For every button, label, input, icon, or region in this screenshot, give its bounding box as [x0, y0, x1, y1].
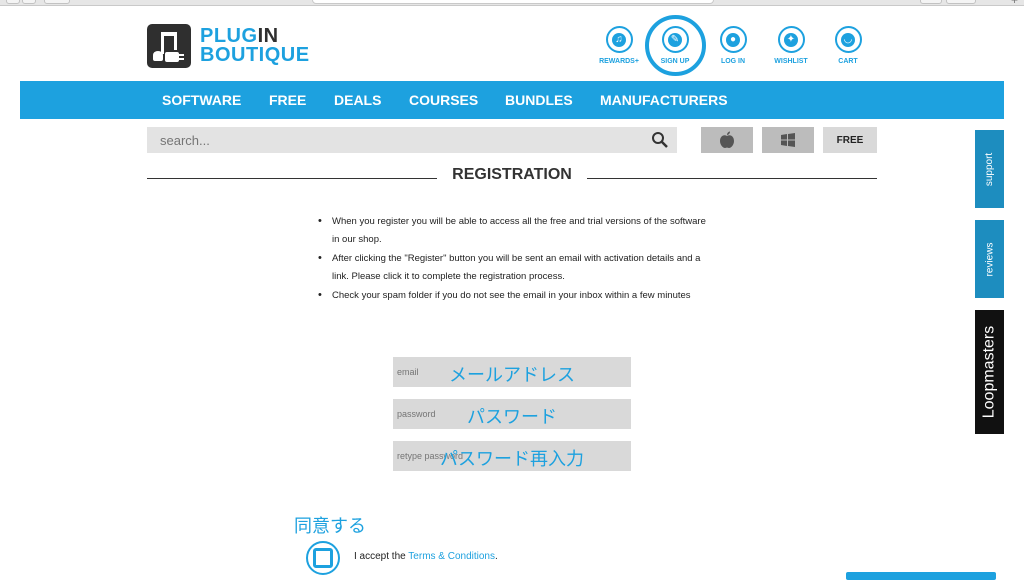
- email-annotation: メールアドレス: [449, 365, 575, 386]
- address-bar[interactable]: [312, 0, 714, 4]
- terms-checkbox-highlight: [306, 541, 340, 575]
- list-item: Check your spam folder if you do not see…: [316, 287, 706, 305]
- reviews-tab-label: reviews: [984, 242, 995, 276]
- mac-filter-button[interactable]: [701, 127, 753, 153]
- new-tab-icon[interactable]: +: [1011, 0, 1018, 6]
- rewards-label: REWARDS+: [599, 58, 639, 65]
- wand-icon: ✦: [784, 32, 798, 47]
- login-link[interactable]: ● LOG IN: [703, 26, 763, 65]
- title-divider-right: [587, 178, 877, 179]
- list-item: After clicking the "Register" button you…: [316, 250, 706, 285]
- terms-text: I accept the Terms & Conditions.: [354, 551, 498, 562]
- cart-link[interactable]: ◡ CART: [818, 26, 878, 65]
- wishlist-label: WISHLIST: [774, 58, 808, 65]
- pencil-icon: ✎: [668, 32, 682, 47]
- nav-software[interactable]: SOFTWARE: [162, 92, 241, 108]
- windows-filter-button[interactable]: [762, 127, 814, 153]
- login-label: LOG IN: [720, 58, 746, 65]
- music-note-icon: ♫: [612, 32, 626, 47]
- cart-label: CART: [838, 58, 858, 65]
- tabs-button[interactable]: [946, 0, 976, 4]
- logo-icon: [147, 24, 191, 68]
- site-logo[interactable]: PLUGIN BOUTIQUE: [147, 24, 310, 68]
- nav-deals[interactable]: DEALS: [334, 92, 381, 108]
- wishlist-link[interactable]: ✦ WISHLIST: [761, 26, 821, 65]
- logo-boutique: BOUTIQUE: [200, 44, 310, 66]
- loopmasters-tab[interactable]: Loopmasters: [975, 310, 1004, 434]
- terms-checkbox[interactable]: [313, 548, 333, 568]
- signup-link[interactable]: ✎ SIGN UP: [645, 26, 705, 65]
- sidebar-button[interactable]: [44, 0, 70, 4]
- retype-annotation: パスワード再入力: [440, 449, 584, 470]
- loopmasters-tab-label: Loopmasters: [980, 325, 998, 419]
- nav-free[interactable]: FREE: [269, 92, 306, 108]
- nav-manufacturers[interactable]: MANUFACTURERS: [600, 92, 728, 108]
- terms-suffix: .: [495, 551, 498, 562]
- search-icon[interactable]: [651, 131, 669, 149]
- forward-button[interactable]: [22, 0, 36, 4]
- nav-bundles[interactable]: BUNDLES: [505, 92, 573, 108]
- browser-toolbar: +: [0, 0, 1024, 6]
- list-item: When you register you will be able to ac…: [316, 213, 706, 248]
- password-annotation: パスワード: [467, 407, 557, 428]
- search-input[interactable]: [147, 127, 627, 153]
- main-nav: SOFTWARE FREE DEALS COURSES BUNDLES MANU…: [20, 81, 1004, 119]
- terms-prefix: I accept the: [354, 551, 409, 562]
- page-title: REGISTRATION: [452, 166, 572, 183]
- register-button-partial[interactable]: [846, 572, 996, 580]
- basket-icon: ◡: [841, 32, 855, 47]
- nav-courses[interactable]: COURSES: [409, 92, 478, 108]
- rewards-link[interactable]: ♫ REWARDS+: [589, 26, 649, 65]
- windows-icon: [781, 133, 795, 147]
- back-button[interactable]: [6, 0, 20, 4]
- logo-wordmark: PLUGIN BOUTIQUE: [200, 26, 310, 66]
- search-bar: [147, 127, 677, 153]
- user-icon: ●: [726, 32, 740, 47]
- registration-info-list: When you register you will be able to ac…: [316, 213, 706, 307]
- terms-link[interactable]: Terms & Conditions: [408, 551, 495, 562]
- support-tab[interactable]: support: [975, 130, 1004, 208]
- support-tab-label: support: [984, 152, 996, 186]
- signup-label: SIGN UP: [660, 58, 690, 65]
- reviews-tab[interactable]: reviews: [975, 220, 1004, 298]
- agree-annotation: 同意する: [294, 516, 366, 537]
- free-filter-button[interactable]: FREE: [823, 127, 877, 153]
- title-divider-left: [147, 178, 437, 179]
- share-button[interactable]: [920, 0, 942, 4]
- apple-icon: [720, 131, 734, 148]
